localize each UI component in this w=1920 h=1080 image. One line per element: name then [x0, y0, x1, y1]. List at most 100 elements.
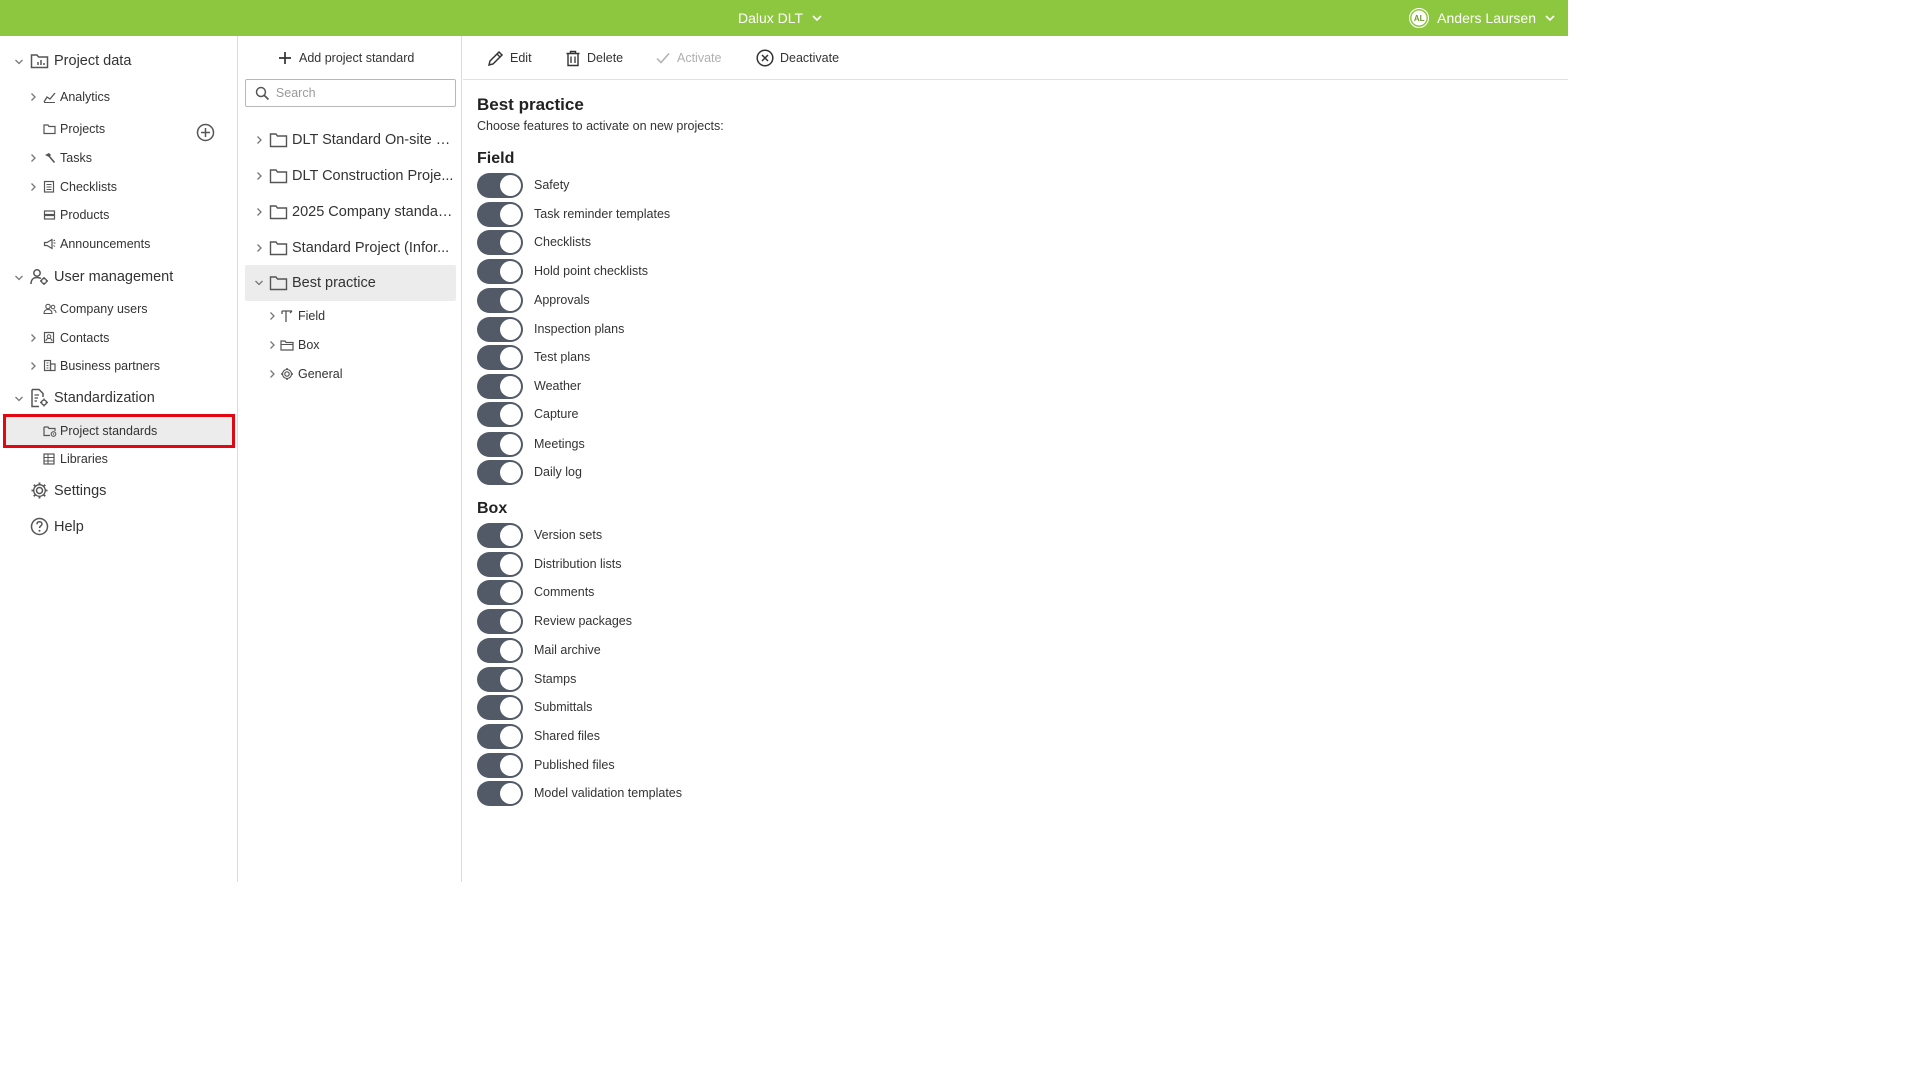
- user-menu[interactable]: AL Anders Laursen: [1409, 0, 1556, 36]
- feature-toggle[interactable]: [477, 694, 523, 720]
- chevron-right-icon: [31, 334, 36, 342]
- tree-child-box[interactable]: Box: [245, 331, 456, 359]
- feature-row: Meetings: [477, 431, 877, 457]
- feature-toggle[interactable]: [477, 752, 523, 778]
- feature-toggle[interactable]: [477, 522, 523, 548]
- nav-settings[interactable]: Settings: [0, 477, 238, 505]
- feature-toggle[interactable]: [477, 229, 523, 255]
- hammer-icon: [45, 153, 56, 164]
- products-icon: [43, 210, 56, 220]
- nav-analytics[interactable]: Analytics: [0, 83, 238, 111]
- feature-row: Test plans: [477, 344, 877, 370]
- user-name: Anders Laursen: [1437, 10, 1536, 26]
- section-title-field: Field: [477, 150, 515, 167]
- tree-child-label: General: [298, 367, 343, 381]
- standard-label: Best practice: [292, 275, 376, 291]
- standard-item[interactable]: Standard Project (Infor...: [245, 231, 456, 265]
- delete-button[interactable]: Delete: [565, 48, 623, 68]
- nav-label: Project data: [54, 53, 132, 69]
- tree-child-general[interactable]: General: [245, 360, 456, 388]
- nav-tasks[interactable]: Tasks: [0, 144, 238, 172]
- feature-toggle[interactable]: [477, 637, 523, 663]
- feature-row: Submittals: [477, 694, 877, 720]
- chevron-down-icon: [1545, 15, 1555, 22]
- deactivate-button[interactable]: Deactivate: [756, 48, 839, 68]
- folder-icon: [269, 169, 288, 184]
- standard-item-selected[interactable]: Best practice: [245, 265, 456, 301]
- feature-toggle[interactable]: [477, 401, 523, 427]
- feature-toggle[interactable]: [477, 723, 523, 749]
- close-circle-icon: [756, 49, 774, 67]
- megaphone-icon: [43, 238, 56, 250]
- feature-row: Checklists: [477, 229, 877, 255]
- nav-products[interactable]: Products: [0, 201, 238, 229]
- nav-label: Help: [54, 519, 84, 535]
- feature-toggle[interactable]: [477, 373, 523, 399]
- feature-toggle[interactable]: [477, 666, 523, 692]
- standard-item[interactable]: 2025 Company standar...: [245, 195, 456, 229]
- feature-row: Model validation templates: [477, 780, 877, 806]
- feature-toggle[interactable]: [477, 201, 523, 227]
- feature-toggle[interactable]: [477, 579, 523, 605]
- app-switcher[interactable]: Dalux DLT: [738, 0, 823, 36]
- feature-toggle[interactable]: [477, 316, 523, 342]
- feature-row: Stamps: [477, 666, 877, 692]
- chevron-right-icon: [270, 312, 275, 320]
- search-input[interactable]: [275, 86, 455, 100]
- nav-libraries[interactable]: Libraries: [0, 445, 238, 473]
- nav-contacts[interactable]: Contacts: [0, 324, 238, 352]
- page-subtitle: Choose features to activate on new proje…: [477, 119, 724, 133]
- standard-item[interactable]: DLT Construction Proje...: [245, 159, 456, 193]
- analytics-icon: [43, 92, 56, 103]
- folder-icon: [269, 133, 288, 148]
- feature-row: Distribution lists: [477, 551, 877, 577]
- nav-label: Standardization: [54, 390, 155, 406]
- nav-standardization[interactable]: Standardization: [0, 384, 238, 412]
- feature-toggle[interactable]: [477, 172, 523, 198]
- feature-row: Hold point checklists: [477, 258, 877, 284]
- chevron-down-icon: [812, 15, 822, 22]
- feature-row: Safety: [477, 172, 877, 198]
- feature-toggle[interactable]: [477, 551, 523, 577]
- feature-label: Capture: [534, 407, 579, 421]
- nav-announcements[interactable]: Announcements: [0, 230, 238, 258]
- nav-user-management[interactable]: User management: [0, 263, 238, 291]
- add-project-standard-button[interactable]: Add project standard: [278, 48, 414, 68]
- feature-toggle[interactable]: [477, 608, 523, 634]
- users-icon: [43, 303, 57, 315]
- nav-help[interactable]: Help: [0, 513, 238, 541]
- feature-toggle[interactable]: [477, 258, 523, 284]
- feature-label: Weather: [534, 379, 582, 393]
- feature-toggle[interactable]: [477, 780, 523, 806]
- tree-child-field[interactable]: Field: [245, 302, 456, 330]
- feature-row: Version sets: [477, 522, 877, 548]
- action-toolbar: Edit Delete Activate Deactivate: [463, 36, 1568, 80]
- nav-project-standards[interactable]: Project standards: [6, 417, 232, 445]
- nav-company-users[interactable]: Company users: [0, 295, 238, 323]
- search-icon: [255, 86, 270, 100]
- activate-button[interactable]: Activate: [655, 48, 721, 68]
- nav-checklists[interactable]: Checklists: [0, 173, 238, 201]
- feature-toggle[interactable]: [477, 431, 523, 457]
- nav-label: Business partners: [60, 359, 161, 373]
- app-name: Dalux DLT: [738, 10, 804, 26]
- nav-business-partners[interactable]: Business partners: [0, 352, 238, 380]
- nav-label: Settings: [54, 483, 107, 499]
- feature-row: Published files: [477, 752, 877, 778]
- feature-toggle[interactable]: [477, 459, 523, 485]
- button-label: Deactivate: [780, 51, 840, 65]
- standard-label: DLT Standard On-site m...: [292, 132, 454, 148]
- feature-label: Task reminder templates: [534, 207, 671, 221]
- help-icon: [30, 517, 49, 536]
- chevron-right-icon: [270, 341, 275, 349]
- nav-projects[interactable]: Projects: [0, 115, 238, 143]
- edit-button[interactable]: Edit: [487, 48, 532, 68]
- standard-item[interactable]: DLT Standard On-site m...: [245, 123, 456, 157]
- chevron-right-icon: [270, 370, 275, 378]
- project-data-icon: [30, 54, 49, 69]
- feature-toggle[interactable]: [477, 287, 523, 313]
- nav-project-data[interactable]: Project data: [0, 47, 238, 75]
- nav-label: Libraries: [60, 452, 108, 466]
- chevron-right-icon: [31, 183, 36, 191]
- feature-toggle[interactable]: [477, 344, 523, 370]
